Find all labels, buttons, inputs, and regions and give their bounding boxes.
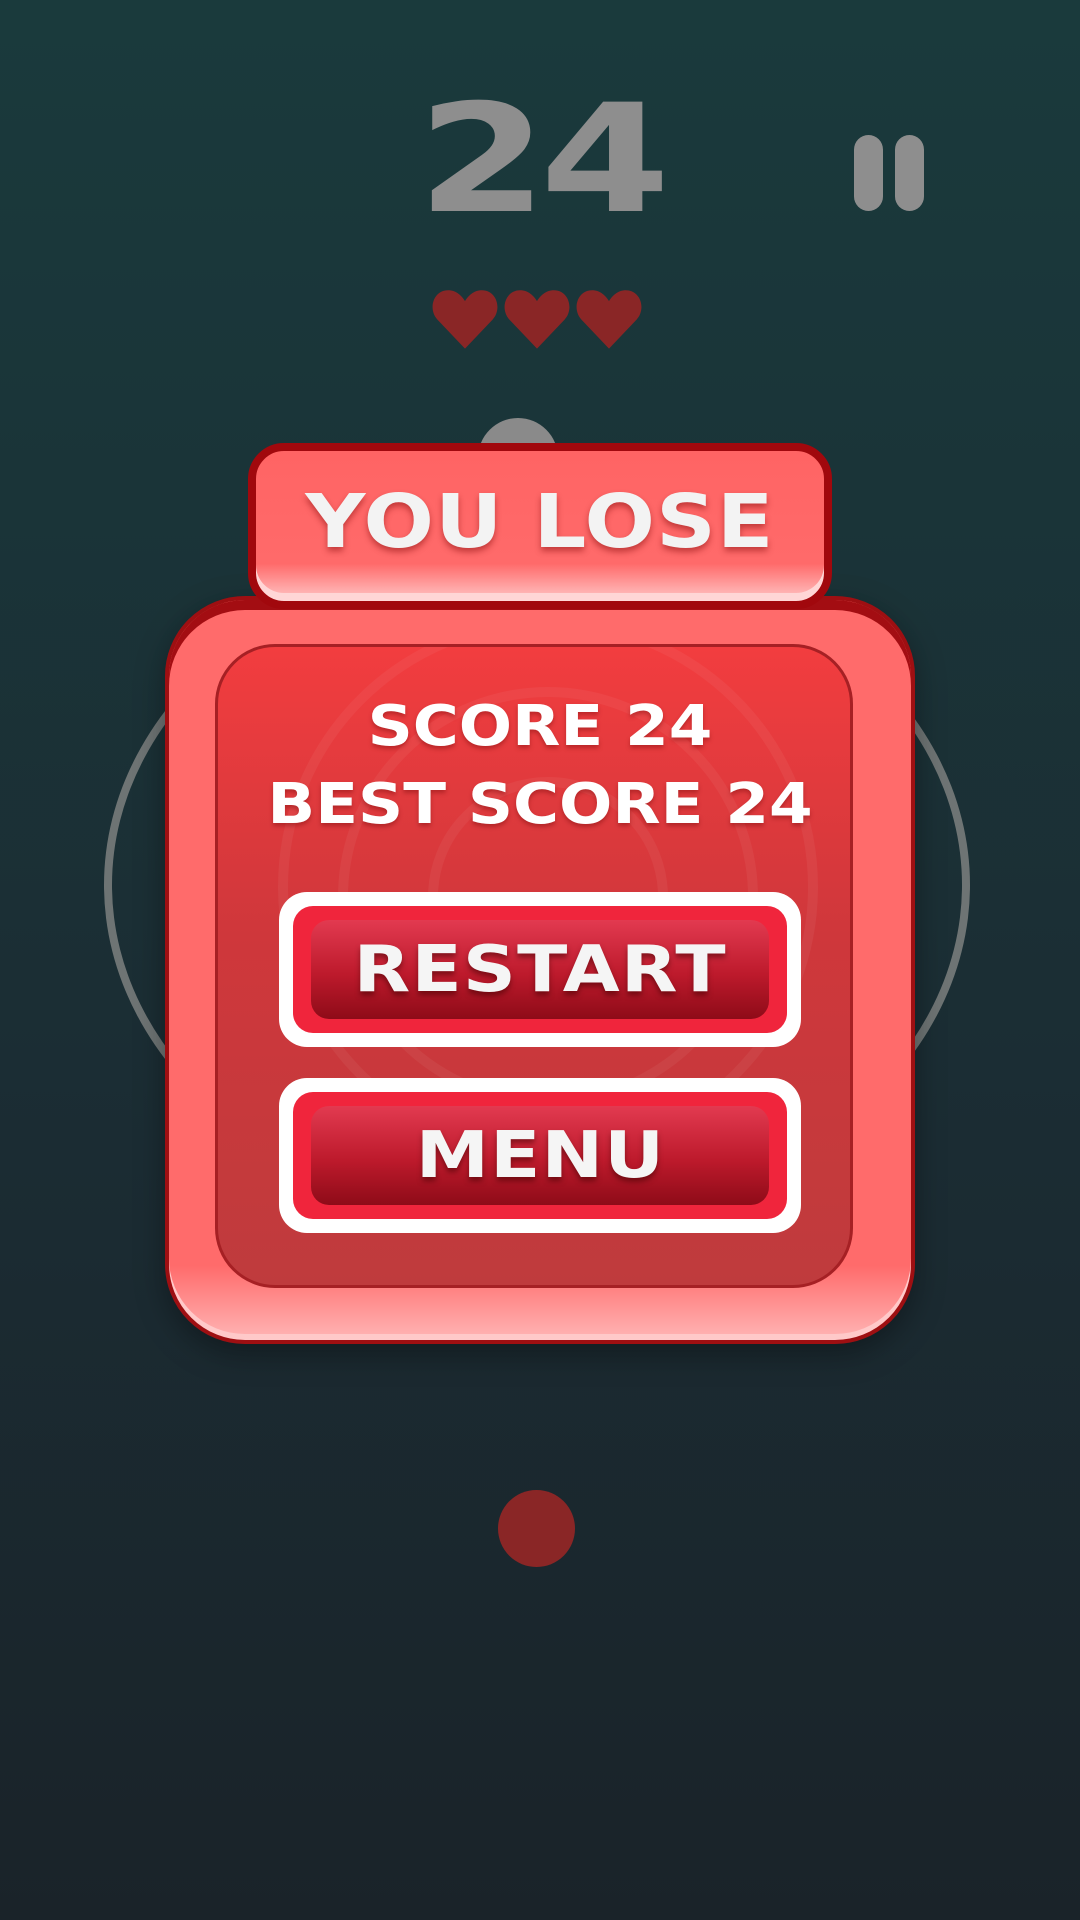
final-score: SCORE 24 (367, 694, 713, 759)
heart-icon (504, 290, 570, 349)
menu-button-label: MENU (415, 1118, 665, 1193)
restart-button[interactable]: RESTART (279, 892, 801, 1047)
menu-button[interactable]: MENU (279, 1078, 801, 1233)
heart-icon (576, 290, 642, 349)
heart-icon (432, 290, 498, 349)
lives-indicator (430, 285, 645, 355)
best-score: BEST SCORE 24 (267, 772, 813, 837)
player-ball (498, 1490, 575, 1567)
pause-icon[interactable] (854, 135, 924, 211)
game-over-title: YOU LOSE (305, 479, 775, 565)
restart-button-label: RESTART (353, 932, 727, 1007)
current-score: 24 (417, 73, 670, 247)
